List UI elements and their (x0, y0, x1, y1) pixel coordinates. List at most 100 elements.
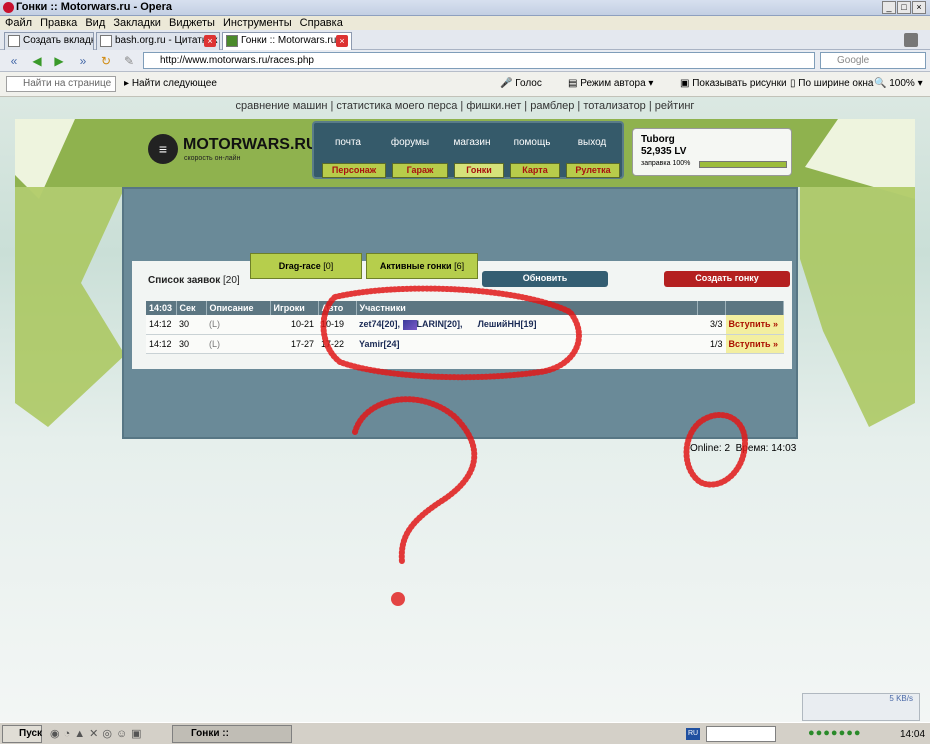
tab-motorwars[interactable]: Гонки :: Motorwars.ru × (222, 32, 352, 50)
tab-label: Гонки :: Motorwars.ru (241, 35, 337, 46)
voice-button[interactable]: 🎤 Голос (500, 78, 542, 89)
find-input[interactable]: Найти на странице (6, 76, 116, 92)
opera-icon (3, 2, 14, 13)
quick-launch-icons[interactable]: ◉◔▲✕◎☺▣ (50, 727, 162, 741)
user-panel: Tuborg 52,935 LV заправка 100% (632, 128, 792, 176)
col-players: Игроки (270, 301, 319, 315)
clan-icon (402, 319, 417, 330)
site-nav: почта форумы магазин помощь выход Персон… (312, 121, 624, 179)
search-input[interactable]: Google (820, 52, 926, 69)
start-button[interactable]: Пуск (2, 725, 42, 743)
link-totalizator[interactable]: тотализатор (583, 100, 645, 112)
show-images-button[interactable]: ▣ Показывать рисунки (680, 78, 787, 89)
nav-mail[interactable]: почта (320, 137, 376, 148)
logo-name: MOTORWARS.RU (183, 136, 318, 153)
online-status: Online: 2 Время: 14:03 (690, 443, 796, 454)
participant-link[interactable]: ЛешийНН[19] (478, 319, 537, 329)
participant-link[interactable]: zet74[20], (359, 319, 400, 329)
tray-icons[interactable]: ●●●●●●● (808, 727, 894, 741)
col-slots (697, 301, 726, 315)
join-button[interactable]: Вступить » (725, 334, 784, 354)
rewind-icon[interactable]: « (6, 53, 22, 69)
nav-character[interactable]: Персонаж (322, 163, 386, 178)
races-panel: Список заявок [20] Drag-race [0] Активны… (122, 187, 798, 439)
logo-subtitle: скорость он-лайн (184, 155, 241, 162)
cell-sec: 30 (176, 315, 206, 335)
nav-map[interactable]: Карта (510, 163, 560, 178)
cell-sec: 30 (176, 334, 206, 354)
menu-help[interactable]: Справка (300, 16, 343, 30)
fast-forward-icon[interactable]: » (75, 53, 91, 69)
nav-exit[interactable]: выход (564, 137, 620, 148)
taskbar-item-opera[interactable]: Гонки :: Motorwars.ru... (172, 725, 292, 743)
link-rating[interactable]: рейтинг (655, 100, 695, 112)
cell-players: 17-27 (270, 334, 318, 354)
close-window-button[interactable]: × (912, 1, 926, 14)
nav-garage[interactable]: Гараж (392, 163, 448, 178)
nav-shop[interactable]: магазин (444, 137, 500, 148)
tab-drag-race[interactable]: Drag-race [0] (250, 253, 362, 279)
active-races-count: [6] (454, 261, 465, 271)
tab-active-races[interactable]: Активные гонки [6] (366, 253, 478, 279)
create-race-button[interactable]: Создать гонку (664, 271, 790, 287)
menu-bar: Файл Правка Вид Закладки Виджеты Инструм… (0, 16, 930, 30)
motorwars-favicon-icon (226, 35, 238, 47)
menu-file[interactable]: Файл (5, 16, 32, 30)
address-toolbar: « ◀ ▶ » ↻ ✎ http://www.motorwars.ru/race… (0, 50, 930, 72)
forward-icon[interactable]: ▶ (51, 53, 67, 69)
zoom-select[interactable]: 🔍 100% ▾ (874, 78, 923, 89)
site-logo[interactable]: ≡ MOTORWARS.RU скорость он-лайн (148, 134, 318, 174)
top-links: сравнение машин | статистика моего перса… (235, 100, 695, 112)
menu-view[interactable]: Вид (85, 16, 105, 30)
link-fishki[interactable]: фишки.нет (466, 100, 521, 112)
page-content: сравнение машин | статистика моего перса… (0, 97, 930, 722)
author-mode-label: Режим автора (580, 78, 646, 89)
col-desc: Описание (206, 301, 271, 315)
maximize-button[interactable]: □ (897, 1, 911, 14)
edit-icon[interactable]: ✎ (121, 53, 137, 69)
menu-widgets[interactable]: Виджеты (169, 16, 215, 30)
language-indicator[interactable]: RU (686, 728, 700, 740)
minimize-button[interactable]: _ (882, 1, 896, 14)
find-next-button[interactable]: ▸ Найти следующее (124, 78, 217, 89)
reload-icon[interactable]: ↻ (98, 53, 114, 69)
tab-bash[interactable]: bash.org.ru - Цитатник ... × (96, 32, 220, 50)
table-header: 14:03 Сек Описание Игроки Авто Участники (146, 301, 784, 315)
author-mode-select[interactable]: ▤ Режим автора ▾ (568, 78, 653, 89)
address-input[interactable]: http://www.motorwars.ru/races.php (143, 52, 815, 69)
menu-edit[interactable]: Правка (40, 16, 77, 30)
nav-roulette[interactable]: Рулетка (566, 163, 620, 178)
participant-link[interactable]: LARIN[20], (417, 319, 463, 329)
bash-favicon-icon (100, 35, 112, 47)
menu-bookmarks[interactable]: Закладки (113, 16, 161, 30)
cell-slots: 3/3 (697, 315, 726, 335)
menu-tools[interactable]: Инструменты (223, 16, 292, 30)
spray-decoration (800, 187, 915, 427)
nav-help[interactable]: помощь (504, 137, 560, 148)
close-tab-icon[interactable]: × (336, 35, 348, 47)
participant-link[interactable]: Yamir[24] (359, 339, 400, 349)
fit-width-button[interactable]: ▯ По ширине окна (790, 78, 873, 89)
user-name: Tuborg (641, 134, 675, 145)
server-time: Время: 14:03 (735, 443, 797, 454)
link-rambler[interactable]: рамблер (530, 100, 574, 112)
join-button[interactable]: Вступить » (725, 315, 784, 335)
fuel-label: заправка 100% (641, 160, 691, 167)
new-tab-button[interactable]: Создать вкладку (4, 32, 94, 50)
link-my-stats[interactable]: статистика моего перса (336, 100, 457, 112)
refresh-button[interactable]: Обновить (482, 271, 608, 287)
user-lv: 52,935 LV (641, 146, 687, 157)
nav-races[interactable]: Гонки (454, 163, 504, 178)
link-compare-cars[interactable]: сравнение машин (236, 100, 328, 112)
scribble-question-dot (391, 592, 405, 606)
close-tab-icon[interactable]: × (204, 35, 216, 47)
back-icon[interactable]: ◀ (29, 53, 45, 69)
address-input[interactable] (706, 726, 776, 742)
cell-desc: (L) (206, 334, 270, 354)
speed-widget: 5 KB/s (802, 693, 920, 721)
trash-icon[interactable] (904, 33, 918, 47)
nav-forums[interactable]: форумы (382, 137, 438, 148)
tab-list[interactable]: Список заявок [20] (148, 275, 240, 286)
show-images-label: Показывать рисунки (692, 78, 787, 89)
start-label: Пуск (19, 728, 43, 739)
